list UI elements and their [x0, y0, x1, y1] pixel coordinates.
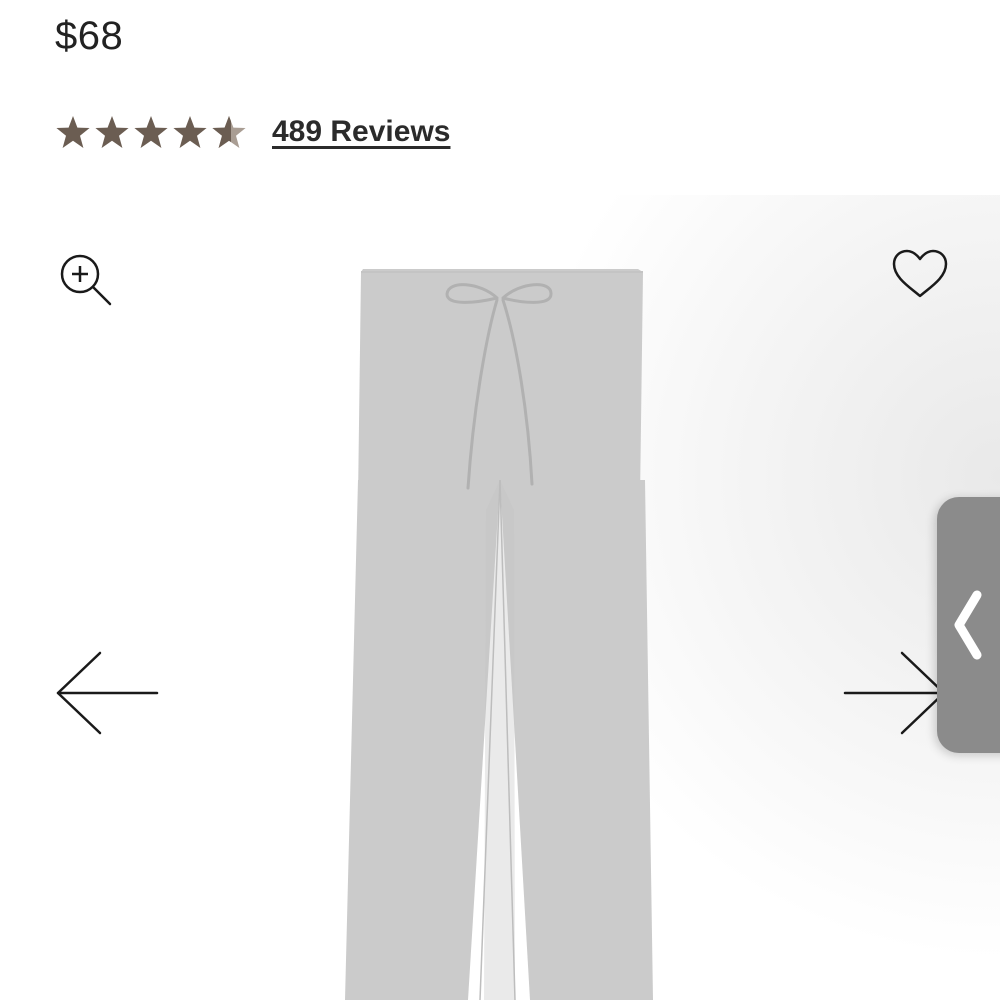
arrow-left-icon[interactable] — [55, 650, 160, 736]
chevron-left-icon — [954, 590, 982, 660]
product-price: $68 — [55, 14, 124, 58]
star-5-icon — [212, 116, 246, 148]
heart-icon[interactable] — [891, 248, 949, 300]
stars-icon — [56, 116, 246, 148]
star-1-icon — [56, 116, 90, 148]
star-3-icon — [134, 116, 168, 148]
product-image — [345, 269, 653, 1000]
star-2-icon — [95, 116, 129, 148]
reviews-link[interactable]: 489 Reviews — [272, 115, 450, 149]
star-rating — [55, 112, 247, 152]
product-image-gallery[interactable] — [0, 195, 1000, 1000]
star-4-icon — [173, 116, 207, 148]
rating-row: 489 Reviews — [55, 110, 450, 154]
side-panel-tab[interactable] — [937, 497, 1000, 753]
product-page: $68 489 Reviews — [0, 0, 1000, 1000]
arrow-right-icon[interactable] — [842, 650, 947, 736]
zoom-in-icon[interactable] — [58, 252, 114, 308]
